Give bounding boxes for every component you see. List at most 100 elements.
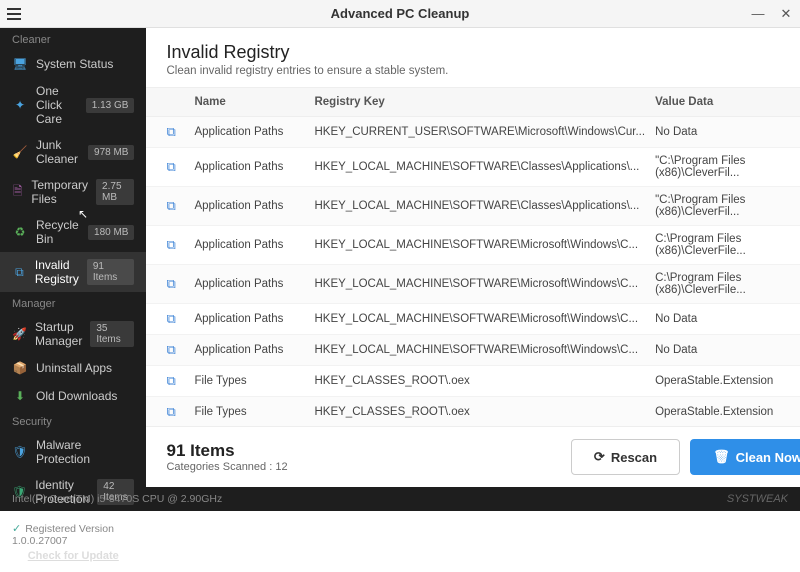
nav-label: Recycle Bin: [36, 218, 80, 246]
cell-value: No Data: [655, 344, 800, 356]
registry-item-icon: ⧉: [166, 237, 194, 253]
action-bar: 91 Items Categories Scanned : 12 ⟳ Resca…: [146, 426, 800, 487]
cell-key: HKEY_CLASSES_ROOT\.oex: [314, 375, 655, 387]
window-title: Advanced PC Cleanup: [331, 6, 470, 21]
close-button[interactable]: ✕: [772, 0, 800, 28]
file-icon: 🗎: [12, 184, 23, 200]
sidebar-item-malware[interactable]: 🛡 Malware Protection: [0, 432, 146, 472]
sidebar-item-temp[interactable]: 🗎 Temporary Files 2.75 MB: [0, 172, 146, 212]
nav-label: System Status: [36, 57, 134, 71]
cell-key: HKEY_CLASSES_ROOT\.oex: [314, 406, 655, 418]
clean-label: Clean Now: [736, 450, 800, 465]
section-manager: Manager: [0, 292, 146, 314]
table-row[interactable]: ⧉File TypesHKEY_CLASSES_ROOT\.oexOperaSt…: [146, 397, 800, 426]
cell-name: Application Paths: [194, 344, 314, 356]
table-row[interactable]: ⧉Application PathsHKEY_LOCAL_MACHINE\SOF…: [146, 304, 800, 335]
cell-key: HKEY_LOCAL_MACHINE\SOFTWARE\Classes\Appl…: [314, 200, 655, 212]
registry-item-icon: ⧉: [166, 373, 194, 389]
cell-value: C:\Program Files (x86)\CleverFile...: [655, 233, 800, 257]
categories-scanned: Categories Scanned : 12: [166, 461, 560, 473]
nav-badge: 91 Items: [87, 259, 135, 285]
cell-key: HKEY_LOCAL_MACHINE\SOFTWARE\Microsoft\Wi…: [314, 278, 655, 290]
rocket-icon: 🚀: [12, 326, 27, 342]
cell-name: Application Paths: [194, 313, 314, 325]
check-update-link[interactable]: Check for Update: [12, 550, 134, 562]
check-icon: ✓: [12, 523, 21, 535]
table-row[interactable]: ⧉Application PathsHKEY_LOCAL_MACHINE\SOF…: [146, 148, 800, 187]
page-header: Invalid Registry Clean invalid registry …: [146, 28, 800, 87]
page-subtitle: Clean invalid registry entries to ensure…: [166, 65, 800, 77]
registry-item-icon: ⧉: [166, 124, 194, 140]
cell-value: OperaStable.Extension: [655, 375, 800, 387]
trash-icon: 🗑: [713, 449, 730, 465]
cell-key: HKEY_LOCAL_MACHINE\SOFTWARE\Microsoft\Wi…: [314, 313, 655, 325]
nav-label: Temporary Files: [31, 178, 88, 206]
cell-value: OperaStable.Extension: [655, 406, 800, 418]
sidebar-item-registry[interactable]: ⧉ Invalid Registry 91 Items: [0, 252, 146, 292]
magic-icon: ✦: [12, 97, 28, 113]
sidebar-item-identity[interactable]: 🛡 Identity Protection 42 Items: [0, 472, 146, 512]
cell-name: File Types: [194, 406, 314, 418]
cell-value: C:\Program Files (x86)\CleverFile...: [655, 272, 800, 296]
sidebar-item-one-click[interactable]: ✦ One Click Care 1.13 GB: [0, 78, 146, 132]
sidebar-item-junk[interactable]: 🧹 Junk Cleaner 978 MB: [0, 132, 146, 172]
package-icon: 📦: [12, 360, 28, 376]
sidebar-item-downloads[interactable]: ⬇ Old Downloads: [0, 382, 146, 410]
col-value: Value Data: [655, 96, 800, 108]
monitor-icon: 🖥: [12, 56, 28, 72]
clean-now-button[interactable]: 🗑 Clean Now: [690, 439, 800, 475]
sidebar-item-recycle[interactable]: ♻ Recycle Bin 180 MB: [0, 212, 146, 252]
registry-icon: ⧉: [12, 264, 27, 280]
menu-icon[interactable]: [0, 0, 28, 28]
cell-key: HKEY_LOCAL_MACHINE\SOFTWARE\Microsoft\Wi…: [314, 344, 655, 356]
sidebar-item-uninstall[interactable]: 📦 Uninstall Apps: [0, 354, 146, 382]
nav-label: Junk Cleaner: [36, 138, 80, 166]
recycle-icon: ♻: [12, 224, 28, 240]
nav-label: Old Downloads: [36, 389, 134, 403]
sidebar-item-system-status[interactable]: 🖥 System Status: [0, 50, 146, 78]
item-count: 91 Items: [166, 441, 560, 461]
nav-badge: 180 MB: [88, 225, 134, 240]
download-icon: ⬇: [12, 388, 28, 404]
sidebar: Cleaner 🖥 System Status ✦ One Click Care…: [0, 28, 146, 487]
nav-badge: 35 Items: [90, 321, 134, 347]
section-cleaner: Cleaner: [0, 28, 146, 50]
cell-name: Application Paths: [194, 239, 314, 251]
cell-name: File Types: [194, 375, 314, 387]
nav-badge: 978 MB: [88, 145, 134, 160]
table-row[interactable]: ⧉File TypesHKEY_CLASSES_ROOT\.oexOperaSt…: [146, 366, 800, 397]
table-row[interactable]: ⧉Application PathsHKEY_CURRENT_USER\SOFT…: [146, 117, 800, 148]
page-title: Invalid Registry: [166, 42, 800, 63]
table-header: Name Registry Key Value Data: [146, 87, 800, 117]
section-security: Security: [0, 410, 146, 432]
cell-name: Application Paths: [194, 161, 314, 173]
registry-item-icon: ⧉: [166, 159, 194, 175]
rescan-button[interactable]: ⟳ Rescan: [571, 439, 680, 475]
shield-icon: 🛡: [12, 444, 28, 460]
col-name: Name: [194, 96, 314, 108]
cell-key: HKEY_CURRENT_USER\SOFTWARE\Microsoft\Win…: [314, 126, 655, 138]
nav-label: Invalid Registry: [35, 258, 79, 286]
table-row[interactable]: ⧉Application PathsHKEY_LOCAL_MACHINE\SOF…: [146, 187, 800, 226]
table-row[interactable]: ⧉Application PathsHKEY_LOCAL_MACHINE\SOF…: [146, 265, 800, 304]
nav-label: One Click Care: [36, 84, 78, 126]
sidebar-item-startup[interactable]: 🚀 Startup Manager 35 Items: [0, 314, 146, 354]
cell-value: No Data: [655, 126, 800, 138]
registry-item-icon: ⧉: [166, 198, 194, 214]
cell-name: Application Paths: [194, 126, 314, 138]
nav-label: Uninstall Apps: [36, 361, 134, 375]
table-row[interactable]: ⧉Application PathsHKEY_LOCAL_MACHINE\SOF…: [146, 226, 800, 265]
registry-item-icon: ⧉: [166, 276, 194, 292]
broom-icon: 🧹: [12, 144, 28, 160]
brand-label: SYSTWEAK: [727, 493, 788, 505]
cell-name: Application Paths: [194, 200, 314, 212]
cell-value: "C:\Program Files (x86)\CleverFil...: [655, 194, 800, 218]
nav-label: Malware Protection: [36, 438, 134, 466]
cell-key: HKEY_LOCAL_MACHINE\SOFTWARE\Microsoft\Wi…: [314, 239, 655, 251]
registry-item-icon: ⧉: [166, 311, 194, 327]
sidebar-footer: ✓Registered Version 1.0.0.27007 Check fo…: [0, 512, 146, 572]
table-row[interactable]: ⧉Application PathsHKEY_LOCAL_MACHINE\SOF…: [146, 335, 800, 366]
minimize-button[interactable]: —: [744, 0, 772, 28]
cell-key: HKEY_LOCAL_MACHINE\SOFTWARE\Classes\Appl…: [314, 161, 655, 173]
table-body[interactable]: ⧉Application PathsHKEY_CURRENT_USER\SOFT…: [146, 117, 800, 426]
